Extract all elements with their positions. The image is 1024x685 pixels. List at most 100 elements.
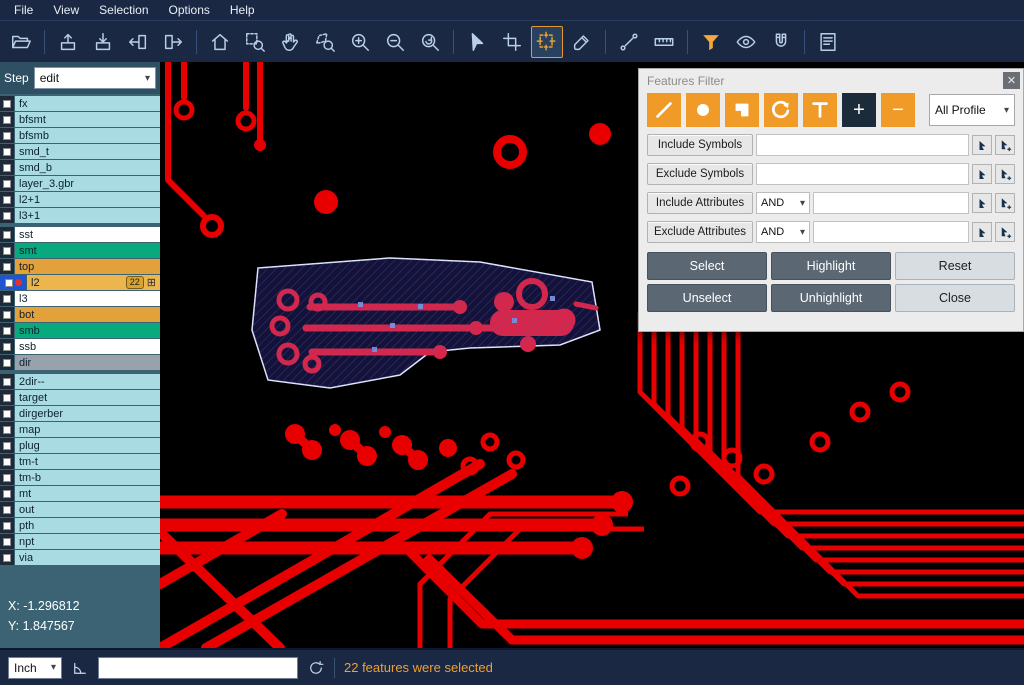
- layer-name[interactable]: 2dir--: [15, 374, 160, 389]
- menu-view[interactable]: View: [43, 2, 89, 18]
- box-arrow-down-icon[interactable]: [87, 26, 119, 58]
- layer-row-fx[interactable]: fx: [0, 96, 160, 111]
- layer-row-smb[interactable]: smb: [0, 323, 160, 338]
- layer-row-npt[interactable]: npt: [0, 534, 160, 549]
- layer-name[interactable]: sst: [15, 227, 160, 242]
- layer-checkbox[interactable]: [0, 470, 14, 485]
- layer-name[interactable]: mt: [15, 486, 160, 501]
- layer-name[interactable]: top: [15, 259, 160, 274]
- layer-row-sst[interactable]: sst: [0, 227, 160, 242]
- layer-name[interactable]: dirgerber: [15, 406, 160, 421]
- plus-button[interactable]: +: [842, 93, 876, 127]
- layer-name[interactable]: smd_t: [15, 144, 160, 159]
- include-attributes-input[interactable]: [813, 192, 969, 214]
- snap-magnet-icon[interactable]: [765, 26, 797, 58]
- include-symbols-button[interactable]: Include Symbols: [647, 134, 753, 156]
- measure-ruler-icon[interactable]: [648, 26, 680, 58]
- layer-checkbox[interactable]: [0, 128, 14, 143]
- unselect-button[interactable]: Unselect: [647, 284, 767, 312]
- layer-name[interactable]: map: [15, 422, 160, 437]
- layer-row-plug[interactable]: plug: [0, 438, 160, 453]
- layer-name[interactable]: out: [15, 502, 160, 517]
- layer-row-l2[interactable]: l222⊞: [0, 275, 160, 290]
- exclude-symbols-button[interactable]: Exclude Symbols: [647, 163, 753, 185]
- exclude-symbols-input[interactable]: [756, 163, 969, 185]
- exclude-attributes-op-dropdown[interactable]: AND ▾: [756, 221, 810, 243]
- pick-attribute-icon[interactable]: [972, 222, 992, 242]
- layer-row-via[interactable]: via: [0, 550, 160, 565]
- layer-row-tm-b[interactable]: tm-b: [0, 470, 160, 485]
- pick-attribute-add-icon[interactable]: [995, 222, 1015, 242]
- layer-name[interactable]: l3: [15, 291, 160, 306]
- layer-name[interactable]: npt: [15, 534, 160, 549]
- layer-checkbox[interactable]: [0, 176, 14, 191]
- zoom-previous-icon[interactable]: [414, 26, 446, 58]
- zoom-in-icon[interactable]: [344, 26, 376, 58]
- box-arrow-up-icon[interactable]: [52, 26, 84, 58]
- layer-checkbox[interactable]: [0, 323, 14, 338]
- pan-hand-icon[interactable]: [274, 26, 306, 58]
- layer-name[interactable]: smd_b: [15, 160, 160, 175]
- layer-row-map[interactable]: map: [0, 422, 160, 437]
- layer-checkbox[interactable]: [0, 208, 14, 223]
- zoom-out-icon[interactable]: [379, 26, 411, 58]
- layer-name[interactable]: l2+1: [15, 192, 160, 207]
- layer-row-l3+1[interactable]: l3+1: [0, 208, 160, 223]
- filter-line-icon[interactable]: [647, 93, 681, 127]
- pick-symbol-add-icon[interactable]: [995, 135, 1015, 155]
- layer-row-tm-t[interactable]: tm-t: [0, 454, 160, 469]
- dialog-close-button[interactable]: ✕: [1003, 72, 1020, 89]
- menu-help[interactable]: Help: [220, 2, 265, 18]
- layer-checkbox[interactable]: [0, 192, 14, 207]
- layer-name[interactable]: l3+1: [15, 208, 160, 223]
- filter-surface-icon[interactable]: [725, 93, 759, 127]
- layer-name[interactable]: bfsmb: [15, 128, 160, 143]
- layer-row-pth[interactable]: pth: [0, 518, 160, 533]
- include-attributes-op-dropdown[interactable]: AND ▾: [756, 192, 810, 214]
- layer-checkbox[interactable]: [0, 390, 14, 405]
- unhighlight-button[interactable]: Unhighlight: [771, 284, 891, 312]
- layer-checkbox[interactable]: [0, 454, 14, 469]
- include-attributes-button[interactable]: Include Attributes: [647, 192, 753, 214]
- layer-checkbox[interactable]: [0, 502, 14, 517]
- layer-checkbox[interactable]: [0, 96, 14, 111]
- grid-icon[interactable]: ⊞: [147, 276, 156, 289]
- pick-symbol-icon[interactable]: [972, 164, 992, 184]
- layer-row-ssb[interactable]: ssb: [0, 339, 160, 354]
- layer-row-bfsmt[interactable]: bfsmt: [0, 112, 160, 127]
- layer-name[interactable]: layer_3.gbr: [15, 176, 160, 191]
- layer-checkbox[interactable]: [0, 550, 14, 565]
- layer-checkbox[interactable]: [0, 291, 14, 306]
- layer-checkbox[interactable]: [0, 486, 14, 501]
- layer-row-l2+1[interactable]: l2+1: [0, 192, 160, 207]
- layer-name[interactable]: tm-b: [15, 470, 160, 485]
- layer-name[interactable]: pth: [15, 518, 160, 533]
- layer-row-out[interactable]: out: [0, 502, 160, 517]
- layer-name[interactable]: ssb: [15, 339, 160, 354]
- features-filter-icon[interactable]: [695, 26, 727, 58]
- layer-row-dir[interactable]: dir: [0, 355, 160, 370]
- layer-name[interactable]: target: [15, 390, 160, 405]
- angle-icon[interactable]: [71, 659, 89, 677]
- layer-name[interactable]: l222⊞: [27, 275, 160, 290]
- select-pointer-icon[interactable]: [461, 26, 493, 58]
- view-options-icon[interactable]: [730, 26, 762, 58]
- filter-pad-icon[interactable]: [686, 93, 720, 127]
- layer-name[interactable]: smb: [15, 323, 160, 338]
- pick-symbol-icon[interactable]: [972, 135, 992, 155]
- layer-name[interactable]: via: [15, 550, 160, 565]
- report-list-icon[interactable]: [812, 26, 844, 58]
- layer-checkbox[interactable]: [0, 438, 14, 453]
- layer-name[interactable]: bfsmt: [15, 112, 160, 127]
- layer-checkbox[interactable]: [0, 259, 14, 274]
- layer-row-bot[interactable]: bot: [0, 307, 160, 322]
- layer-checkbox[interactable]: [0, 227, 14, 242]
- layer-checkbox[interactable]: [0, 307, 14, 322]
- layer-row-smt[interactable]: smt: [0, 243, 160, 258]
- layer-row-mt[interactable]: mt: [0, 486, 160, 501]
- measure-distance-icon[interactable]: [613, 26, 645, 58]
- refresh-icon[interactable]: [307, 659, 325, 677]
- command-input[interactable]: [98, 657, 298, 679]
- box-arrow-right-icon[interactable]: [157, 26, 189, 58]
- select-rectangle-icon[interactable]: [496, 26, 528, 58]
